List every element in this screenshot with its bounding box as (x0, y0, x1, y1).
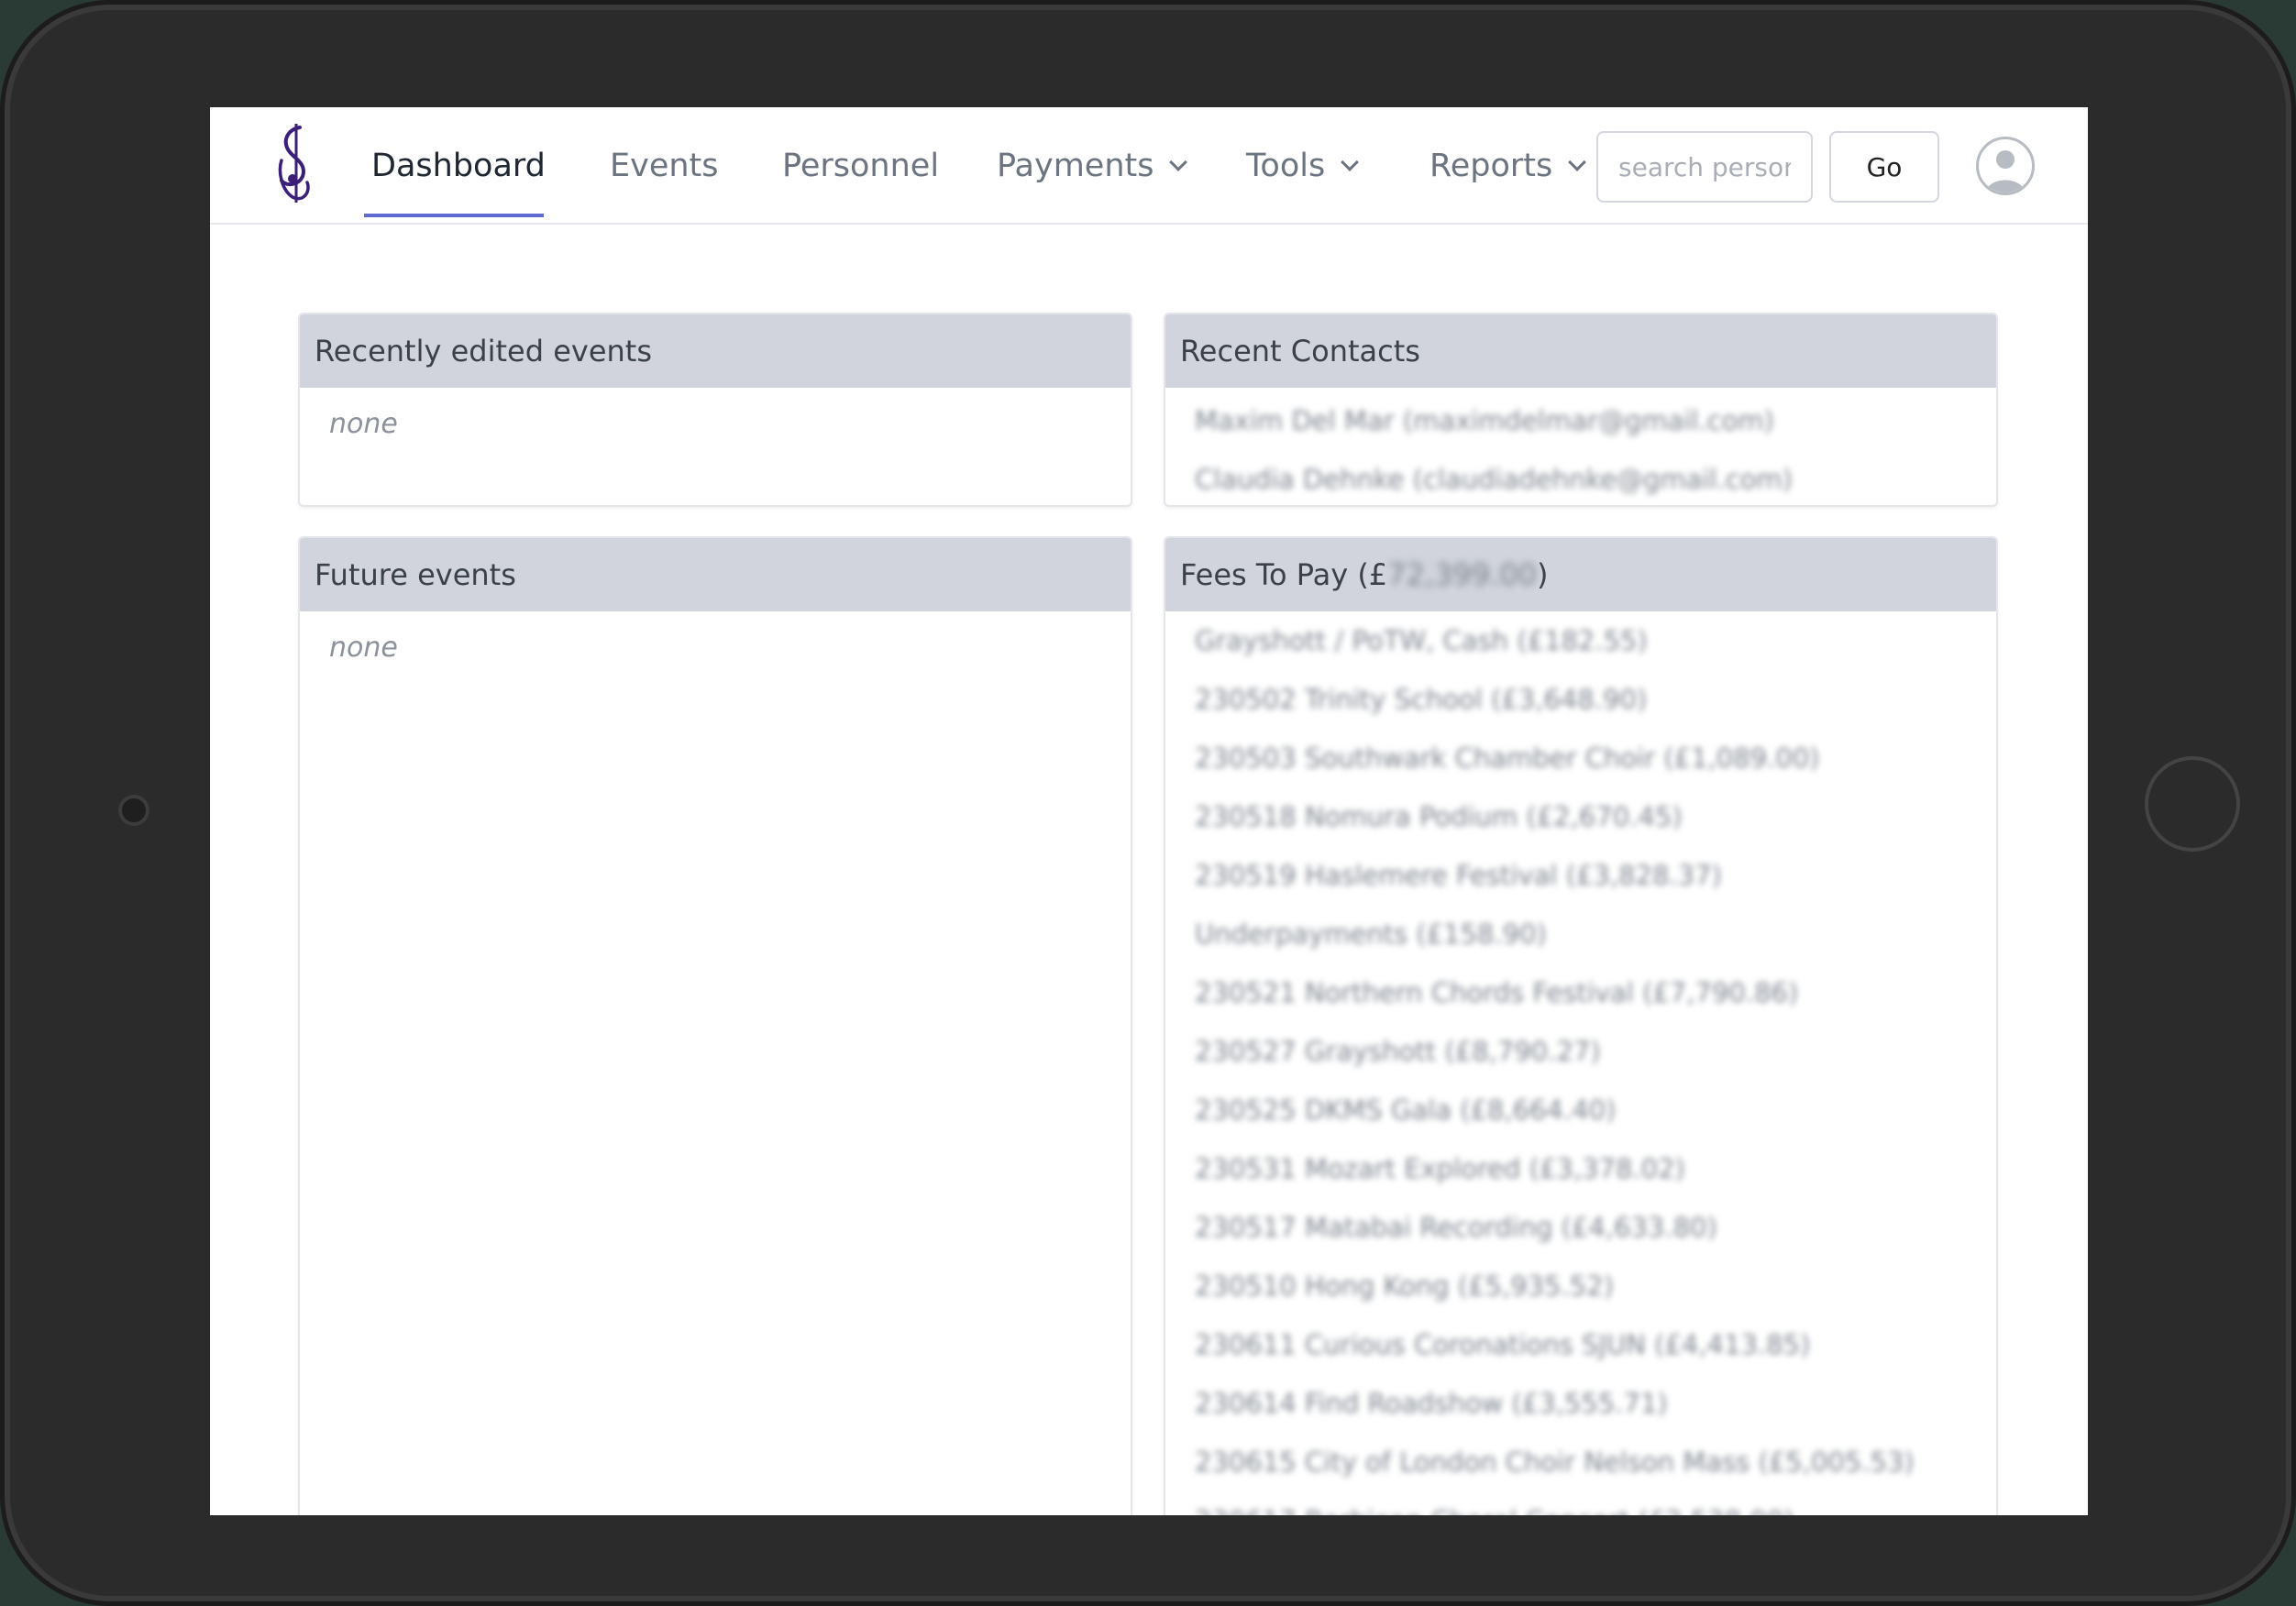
fee-item[interactable]: 230531 Mozart Explored (£3,378.02) (1195, 1139, 1967, 1198)
fees-to-pay-title: Fees To Pay (£72,399.00) (1165, 538, 1996, 611)
fees-total-amount: 72,399.00 (1387, 557, 1538, 592)
fee-item[interactable]: 230503 Southwark Chamber Choir (£1,089.0… (1195, 729, 1967, 787)
nav-dashboard[interactable]: Dashboard (371, 107, 546, 225)
nav-tools-dropdown[interactable]: Tools (1246, 107, 1360, 225)
recent-events-title: Recently edited events (300, 314, 1131, 388)
nav-payments-dropdown[interactable]: Payments (997, 107, 1188, 225)
top-navbar: Dashboard Events Personnel Payments Tool… (210, 107, 2088, 225)
fees-title-prefix: Fees To Pay (£ (1180, 557, 1388, 592)
nav-personnel-label: Personnel (782, 148, 940, 184)
fee-item[interactable]: Grayshott / PoTW, Cash (£182.55) (1195, 611, 1967, 670)
fee-item[interactable]: 230521 Northern Chords Festival (£7,790.… (1195, 963, 1967, 1022)
recent-events-empty: none (329, 408, 398, 440)
contact-item[interactable]: Claudia Dehnke (claudiadehnke@gmail.com) (1195, 450, 1967, 505)
app-screen: Dashboard Events Personnel Payments Tool… (210, 107, 2088, 1515)
fee-item[interactable]: 230517 Matabai Recording (£4,633.80) (1195, 1198, 1967, 1257)
fee-item[interactable]: 230615 City of London Choir Nelson Mass … (1195, 1433, 1967, 1491)
camera-icon (118, 795, 149, 826)
fee-item[interactable]: 230510 Hong Kong (£5,935.52) (1195, 1257, 1967, 1315)
fee-item[interactable]: 230527 Grayshott (£8,790.27) (1195, 1022, 1967, 1081)
fee-item[interactable]: Underpayments (£158.90) (1195, 905, 1967, 963)
recent-contacts-title: Recent Contacts (1165, 314, 1996, 388)
fee-item[interactable]: 230614 Find Roadshow (£3,555.71) (1195, 1374, 1967, 1433)
nav-reports-label: Reports (1429, 148, 1553, 184)
nav-events[interactable]: Events (610, 107, 719, 225)
go-button[interactable]: Go (1829, 131, 1939, 203)
logo-icon[interactable] (272, 124, 318, 206)
recent-events-card: Recently edited events none (298, 313, 1132, 507)
recent-contacts-card: Recent Contacts Maxim Del Mar (maximdelm… (1164, 313, 1998, 507)
tablet-frame: Dashboard Events Personnel Payments Tool… (0, 0, 2296, 1606)
fee-item[interactable]: 230518 Nomura Podium (£2,670.45) (1195, 787, 1967, 846)
home-button[interactable] (2145, 756, 2240, 852)
nav-payments-label: Payments (997, 148, 1154, 184)
fee-item[interactable]: 230525 DKMS Gala (£8,664.40) (1195, 1081, 1967, 1139)
future-events-empty: none (329, 632, 398, 664)
avatar[interactable] (1976, 137, 2035, 195)
nav-dashboard-label: Dashboard (371, 148, 546, 184)
nav-personnel[interactable]: Personnel (782, 107, 939, 225)
chevron-down-icon (1341, 153, 1360, 171)
user-icon (1986, 150, 2025, 192)
nav-reports-dropdown[interactable]: Reports (1429, 107, 1587, 225)
fees-title-suffix: ) (1537, 557, 1549, 592)
fee-item[interactable]: 230617 Barbican Choral Concert (£2,538.0… (1195, 1491, 1967, 1515)
future-events-card: Future events none (298, 536, 1132, 1515)
chevron-down-icon (1568, 153, 1587, 171)
nav-events-label: Events (610, 148, 719, 184)
fee-item[interactable]: 230611 Curious Coronations SJUN (£4,413.… (1195, 1315, 1967, 1374)
contact-item[interactable]: Maxim Del Mar (maximdelmar@gmail.com) (1195, 391, 1967, 450)
search-personnel-input[interactable] (1596, 131, 1813, 203)
fee-item[interactable]: 230502 Trinity School (£3,648.90) (1195, 670, 1967, 729)
chevron-down-icon (1169, 153, 1188, 171)
fees-to-pay-card: Fees To Pay (£72,399.00) Grayshott / PoT… (1164, 536, 1998, 1515)
future-events-title: Future events (300, 538, 1131, 611)
active-tab-indicator (364, 214, 544, 217)
fee-item[interactable]: 230519 Haslemere Festival (£3,828.37) (1195, 846, 1967, 905)
nav-tools-label: Tools (1246, 148, 1326, 184)
